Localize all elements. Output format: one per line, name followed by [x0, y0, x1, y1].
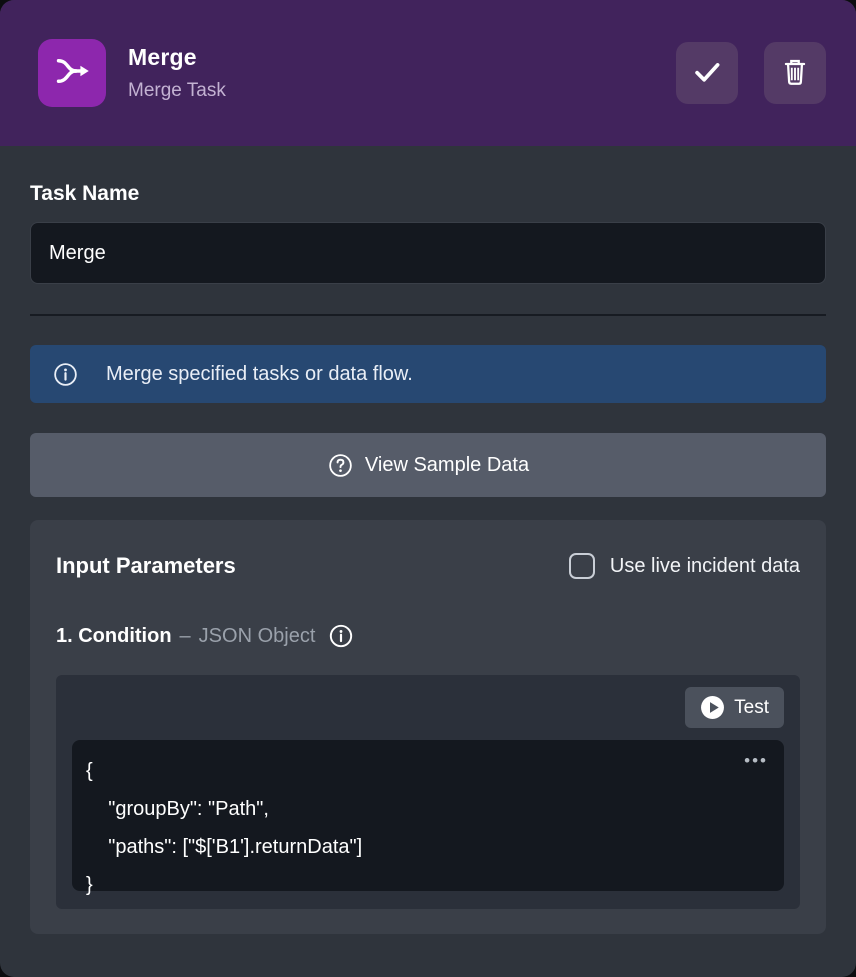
test-button[interactable]: Test	[685, 687, 784, 728]
trash-icon	[779, 56, 811, 91]
input-parameters-panel: Input Parameters Use live incident data …	[30, 520, 826, 934]
live-incident-label: Use live incident data	[610, 555, 800, 578]
task-name-label: Task Name	[30, 182, 826, 206]
confirm-button[interactable]	[676, 42, 738, 104]
task-config-panel: Merge Merge Task	[0, 0, 856, 977]
info-circle-icon[interactable]	[328, 623, 354, 649]
delete-button[interactable]	[764, 42, 826, 104]
code-line: "paths": ["$['B1'].returnData"]	[86, 828, 766, 866]
json-code-editor[interactable]: { "groupBy": "Path", "paths": ["$['B1'].…	[72, 740, 784, 891]
code-editor-container: Test { "groupBy": "Path", "paths": ["$['…	[56, 675, 800, 909]
panel-header: Merge Merge Task	[0, 0, 856, 146]
merge-task-icon-tile	[38, 39, 106, 107]
code-line: {	[86, 752, 766, 790]
info-circle-icon	[52, 361, 79, 388]
code-line: "groupBy": "Path",	[86, 790, 766, 828]
parameter-label-row: 1. Condition – JSON Object	[56, 623, 800, 649]
info-banner-text: Merge specified tasks or data flow.	[106, 363, 413, 386]
view-sample-data-label: View Sample Data	[365, 454, 529, 477]
check-icon	[690, 55, 724, 92]
divider	[30, 314, 826, 316]
ellipsis-menu-icon[interactable]: •••	[744, 742, 768, 780]
parameter-type: JSON Object	[199, 625, 316, 648]
live-incident-checkbox[interactable]	[569, 553, 595, 579]
header-actions	[676, 42, 826, 104]
header-titles: Merge Merge Task	[128, 44, 226, 102]
info-banner: Merge specified tasks or data flow.	[30, 345, 826, 403]
play-circle-icon	[700, 695, 725, 720]
input-parameters-title: Input Parameters	[56, 553, 236, 579]
task-title: Merge	[128, 44, 226, 71]
task-name-input[interactable]	[30, 222, 826, 284]
code-toolbar: Test	[72, 687, 784, 728]
input-parameters-header: Input Parameters Use live incident data	[56, 553, 800, 579]
panel-body: Task Name Merge specified tasks or data …	[0, 182, 856, 934]
parameter-name: 1. Condition	[56, 625, 172, 648]
code-line: }	[86, 866, 766, 904]
view-sample-data-button[interactable]: View Sample Data	[30, 433, 826, 497]
merge-icon	[53, 52, 91, 95]
question-circle-icon	[327, 452, 354, 479]
live-incident-toggle[interactable]: Use live incident data	[569, 553, 800, 579]
task-subtitle: Merge Task	[128, 80, 226, 102]
parameter-separator: –	[180, 625, 191, 648]
test-button-label: Test	[734, 697, 769, 719]
code-lines: { "groupBy": "Path", "paths": ["$['B1'].…	[86, 752, 766, 904]
